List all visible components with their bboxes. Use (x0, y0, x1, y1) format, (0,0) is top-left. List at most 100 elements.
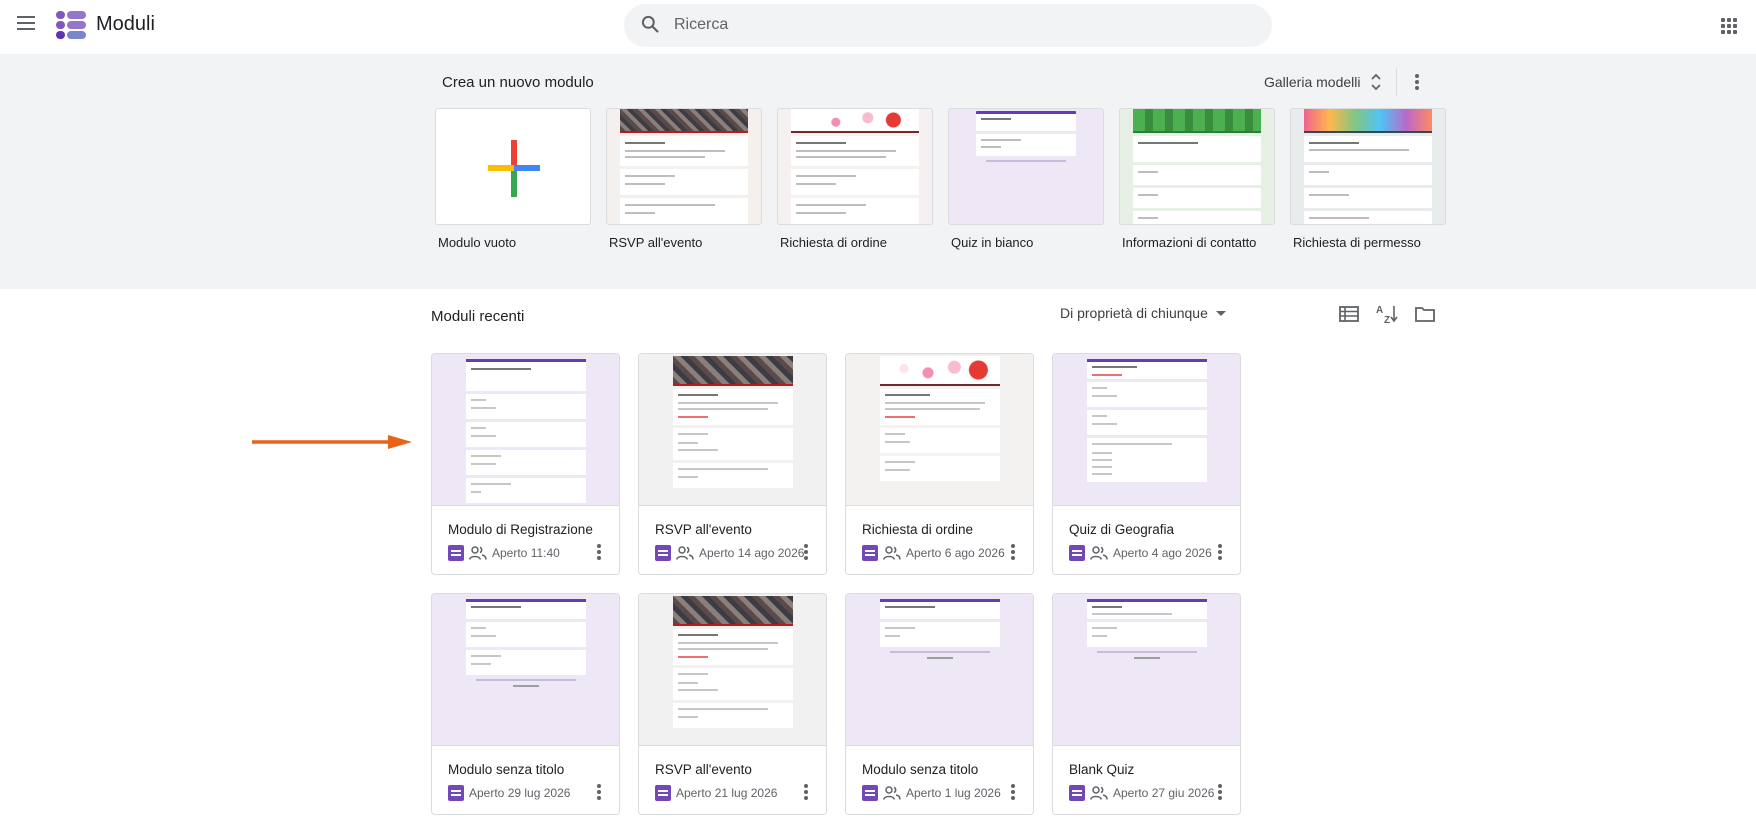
form-thumbnail (846, 594, 1033, 746)
more-vert-icon[interactable] (1415, 74, 1419, 90)
template-blank[interactable]: Modulo vuoto (435, 108, 591, 250)
template-order[interactable]: Richiesta di ordine (777, 108, 933, 250)
search-icon[interactable] (640, 14, 660, 34)
template-label: Informazioni di contatto (1122, 235, 1257, 250)
last-opened: Aperto 1 lug 2026 (906, 786, 1001, 800)
owner-filter-dropdown[interactable]: Di proprietà di chiunque (1060, 305, 1226, 321)
svg-text:Z: Z (1384, 315, 1390, 326)
template-label: Richiesta di permesso (1293, 235, 1421, 250)
more-vert-icon[interactable] (597, 544, 601, 560)
app-title[interactable]: Moduli (96, 13, 155, 36)
recent-forms-title: Moduli recenti (431, 308, 525, 325)
recent-form-card[interactable]: Modulo di Registrazione Aperto 11:40 (431, 353, 620, 575)
form-thumbnail (639, 594, 826, 746)
folder-icon[interactable] (1413, 302, 1437, 326)
last-opened: Aperto 29 lug 2026 (469, 786, 571, 800)
form-meta: Aperto 11:40 (448, 543, 560, 563)
template-thumbnail (1119, 108, 1275, 225)
form-title: Modulo senza titolo (862, 762, 979, 777)
shared-people-icon (676, 546, 694, 560)
template-thumbnail (435, 108, 591, 225)
form-thumbnail (639, 354, 826, 506)
more-vert-icon[interactable] (804, 784, 808, 800)
template-gallery-button[interactable]: Galleria modelli (1256, 66, 1390, 98)
forms-icon (1069, 545, 1085, 561)
form-thumbnail (432, 594, 619, 746)
form-meta: Aperto 14 ago 2026 (655, 543, 804, 563)
forms-icon (655, 545, 671, 561)
gallery-title: Crea un nuovo modulo (442, 74, 594, 91)
recent-form-card[interactable]: Modulo senza titolo Aperto 29 lug 2026 (431, 593, 620, 815)
form-title: RSVP all'evento (655, 522, 752, 537)
plus-icon (488, 140, 540, 197)
more-vert-icon[interactable] (804, 544, 808, 560)
form-meta: Aperto 6 ago 2026 (862, 543, 1005, 563)
form-title: Blank Quiz (1069, 762, 1135, 777)
forms-logo-icon[interactable] (56, 11, 86, 39)
forms-icon (655, 785, 671, 801)
flower-banner (791, 109, 919, 133)
event-photo-banner (672, 356, 793, 386)
gallery-divider (1396, 68, 1397, 96)
apps-grid-icon[interactable] (1721, 18, 1737, 34)
search-input[interactable] (674, 12, 1234, 38)
recent-form-card[interactable]: Quiz di Geografia Aperto 4 ago 2026 (1052, 353, 1241, 575)
forms-icon (862, 545, 878, 561)
template-label: Richiesta di ordine (780, 235, 887, 250)
event-photo-banner (620, 109, 748, 133)
form-meta: Aperto 27 giu 2026 (1069, 783, 1214, 803)
form-title: Modulo di Registrazione (448, 522, 593, 537)
recent-form-card[interactable]: Blank Quiz Aperto 27 giu 2026 (1052, 593, 1241, 815)
more-vert-icon[interactable] (1218, 784, 1222, 800)
more-vert-icon[interactable] (1011, 544, 1015, 560)
recent-form-card[interactable]: RSVP all'evento Aperto 21 lug 2026 (638, 593, 827, 815)
recent-form-card[interactable]: Modulo senza titolo Aperto 1 lug 2026 (845, 593, 1034, 815)
menu-icon[interactable] (17, 16, 35, 30)
form-title: Quiz di Geografia (1069, 522, 1175, 537)
forms-icon (448, 545, 464, 561)
flower-banner (879, 356, 1000, 386)
more-vert-icon[interactable] (1011, 784, 1015, 800)
template-thumbnail (777, 108, 933, 225)
annotation-arrow-icon (252, 435, 412, 449)
sort-updown-icon (1371, 73, 1382, 91)
more-vert-icon[interactable] (1218, 544, 1222, 560)
chevron-down-icon (1215, 310, 1226, 316)
form-meta: Aperto 4 ago 2026 (1069, 543, 1212, 563)
form-thumbnail (1053, 354, 1240, 506)
shared-people-icon (883, 546, 901, 560)
sort-az-icon[interactable]: A Z (1375, 302, 1399, 326)
form-thumbnail (1053, 594, 1240, 746)
svg-text:A: A (1376, 305, 1383, 316)
last-opened: Aperto 14 ago 2026 (699, 546, 805, 560)
top-header: Moduli (0, 0, 1756, 50)
more-vert-icon[interactable] (597, 784, 601, 800)
green-banner (1133, 109, 1261, 133)
last-opened: Aperto 11:40 (492, 546, 560, 560)
template-gallery-label: Galleria modelli (1264, 74, 1361, 90)
shared-people-icon (1090, 546, 1108, 560)
forms-icon (448, 785, 464, 801)
template-thumbnail (606, 108, 762, 225)
recent-form-card[interactable]: RSVP all'evento Aperto 14 ago 2026 (638, 353, 827, 575)
list-view-icon[interactable] (1337, 302, 1361, 326)
form-meta: Aperto 1 lug 2026 (862, 783, 1001, 803)
colorful-banner (1304, 109, 1432, 133)
template-thumbnail (948, 108, 1104, 225)
shared-people-icon (1090, 786, 1108, 800)
form-thumbnail (432, 354, 619, 506)
forms-icon (1069, 785, 1085, 801)
form-meta: Aperto 29 lug 2026 (448, 783, 570, 803)
form-thumbnail (846, 354, 1033, 506)
template-rsvp[interactable]: RSVP all'evento (606, 108, 762, 250)
recent-form-card[interactable]: Richiesta di ordine Aperto 6 ago 2026 (845, 353, 1034, 575)
form-title: RSVP all'evento (655, 762, 752, 777)
form-title: Richiesta di ordine (862, 522, 974, 537)
template-contact-info[interactable]: Informazioni di contatto (1119, 108, 1275, 250)
forms-icon (862, 785, 878, 801)
template-thumbnail (1290, 108, 1446, 225)
owner-filter-label: Di proprietà di chiunque (1060, 305, 1208, 321)
event-photo-banner (672, 596, 793, 626)
template-blank-quiz[interactable]: Quiz in bianco (948, 108, 1104, 250)
template-permission[interactable]: Richiesta di permesso (1290, 108, 1446, 250)
